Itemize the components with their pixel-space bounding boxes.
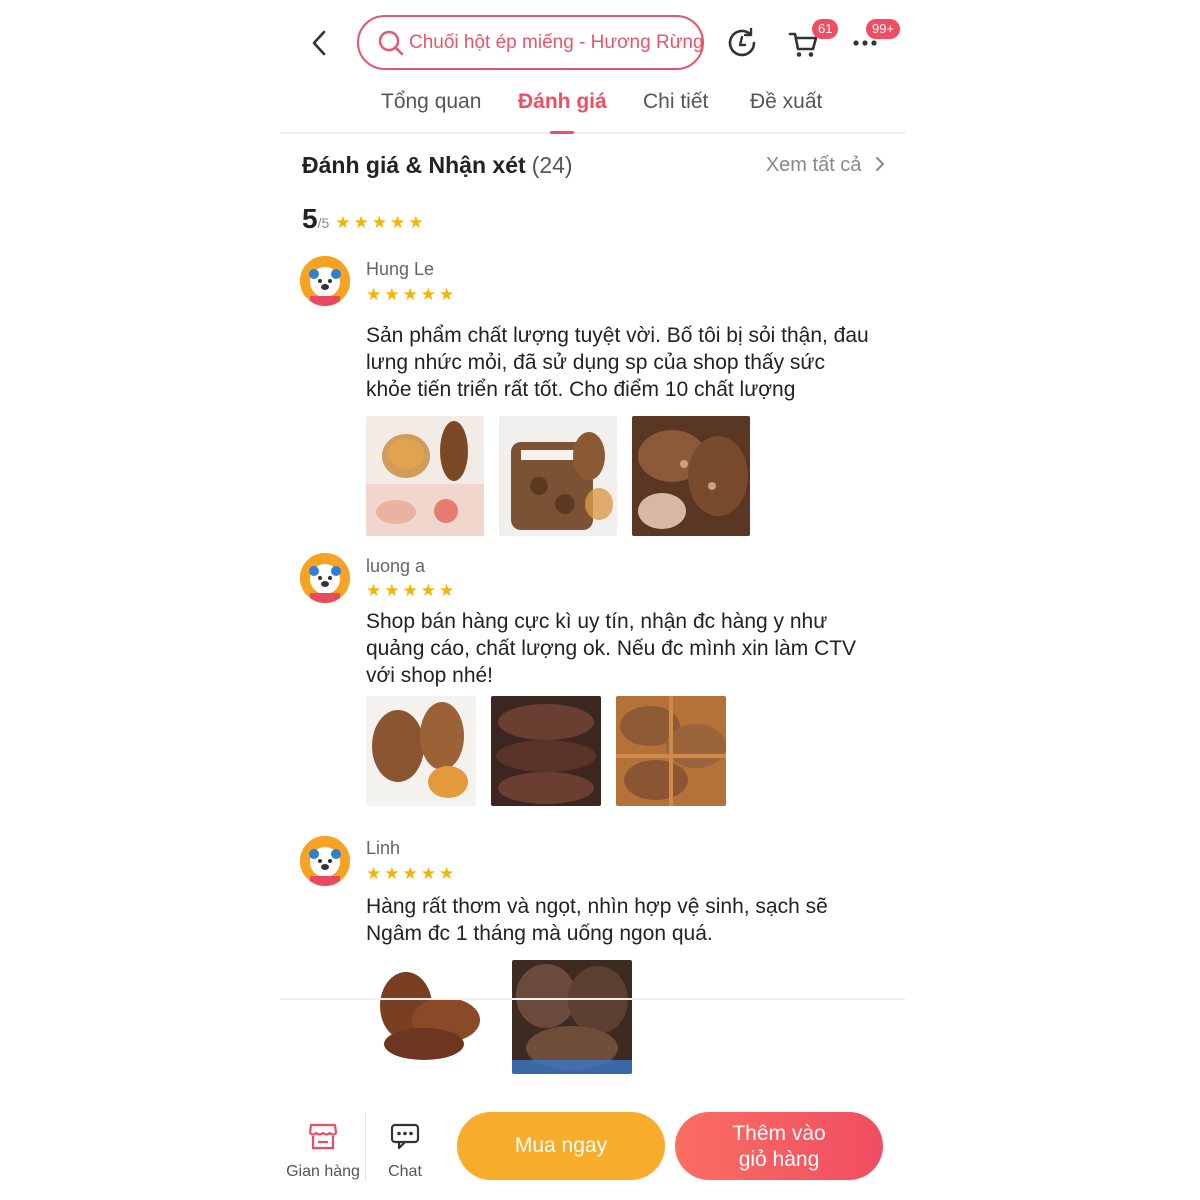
tab-details[interactable]: Chi tiết [643,90,708,114]
back-button[interactable] [304,26,334,60]
chat-button[interactable]: Chat [362,1122,448,1181]
search-input[interactable]: Chuối hột ép miếng - Hương Rừng [409,32,702,54]
review-text: Hàng rất thơm và ngọt, nhìn hợp vệ sinh,… [366,895,828,945]
review-text: Shop bán hàng cực kì uy tín, nhận đc hàn… [366,610,857,687]
review-photo[interactable] [366,416,484,536]
review-photo[interactable] [499,416,617,536]
store-button[interactable]: Gian hàng [280,1122,366,1181]
tab-recommendations[interactable]: Đề xuất [750,90,822,114]
review-photos [366,416,750,536]
review-text: Sản phẩm chất lượng tuyệt vời. Bố tôi bị… [366,324,869,401]
search-icon [378,30,404,55]
reviewer-name: luong a [366,556,426,576]
score-max: /5 [317,215,330,231]
avatar [300,836,350,886]
see-all-link[interactable]: Xem tất cả [766,154,885,177]
history-button[interactable] [724,25,760,61]
buy-now-button[interactable]: Mua ngay [457,1112,665,1180]
section-divider [280,998,905,1000]
store-label: Gian hàng [286,1163,360,1180]
chat-icon [390,1123,420,1150]
notification-count-badge: 99+ [866,19,901,39]
average-stars: ★★★★★ [335,213,427,232]
search-bar[interactable]: Chuối hột ép miếng - Hương Rừng [357,15,704,70]
reviews-title-text: Đánh giá & Nhận xét [302,152,526,178]
review-stars: ★★★★★ [366,285,458,304]
average-rating: 5 /5 ★★★★★ [302,203,426,235]
reviewer-name: Linh [366,838,401,858]
bear-avatar-icon [300,553,350,603]
review-photo[interactable] [632,416,750,536]
review-stars: ★★★★★ [366,581,458,600]
add-to-cart-label-line2: giỏ hàng [738,1148,820,1171]
bear-avatar-icon [300,256,350,306]
review-photo[interactable] [491,696,601,806]
reviewer-name: Hung Le [366,259,435,279]
avatar [300,553,350,603]
chevron-left-icon [312,30,326,56]
add-to-cart-label-line1: Thêm vào [732,1122,826,1145]
product-review-screen: Chuối hột ép miếng - Hương Rừng 61 99+ T… [280,0,905,1200]
see-all-label: Xem tất cả [765,154,862,176]
store-icon [308,1123,338,1150]
reviews-section-title: Đánh giá & Nhận xét (24) [302,152,573,179]
tab-bar: Tổng quan Đánh giá Chi tiết Đề xuất [280,80,905,134]
review-photos [366,696,726,806]
active-tab-indicator [550,131,574,134]
buy-now-label: Mua ngay [514,1134,608,1157]
review-photo[interactable] [616,696,726,806]
add-to-cart-button[interactable]: Thêm vào giỏ hàng [675,1112,883,1180]
review-photo[interactable] [512,960,632,1074]
review-photos [366,960,632,1074]
more-button[interactable]: 99+ [848,19,901,61]
tab-reviews[interactable]: Đánh giá [518,90,607,114]
average-score: 5 [302,203,318,234]
review-photo[interactable] [366,696,476,806]
bear-avatar-icon [300,836,350,886]
review-photo[interactable] [366,960,497,1074]
tab-overview[interactable]: Tổng quan [381,90,481,114]
chat-label: Chat [388,1163,422,1180]
cart-count-badge: 61 [812,19,839,39]
chevron-right-icon [876,157,884,171]
review-stars: ★★★★★ [366,864,458,883]
cart-button[interactable]: 61 [786,19,839,61]
history-icon [728,27,756,57]
reviews-count: (24) [531,152,573,178]
avatar [300,256,350,306]
